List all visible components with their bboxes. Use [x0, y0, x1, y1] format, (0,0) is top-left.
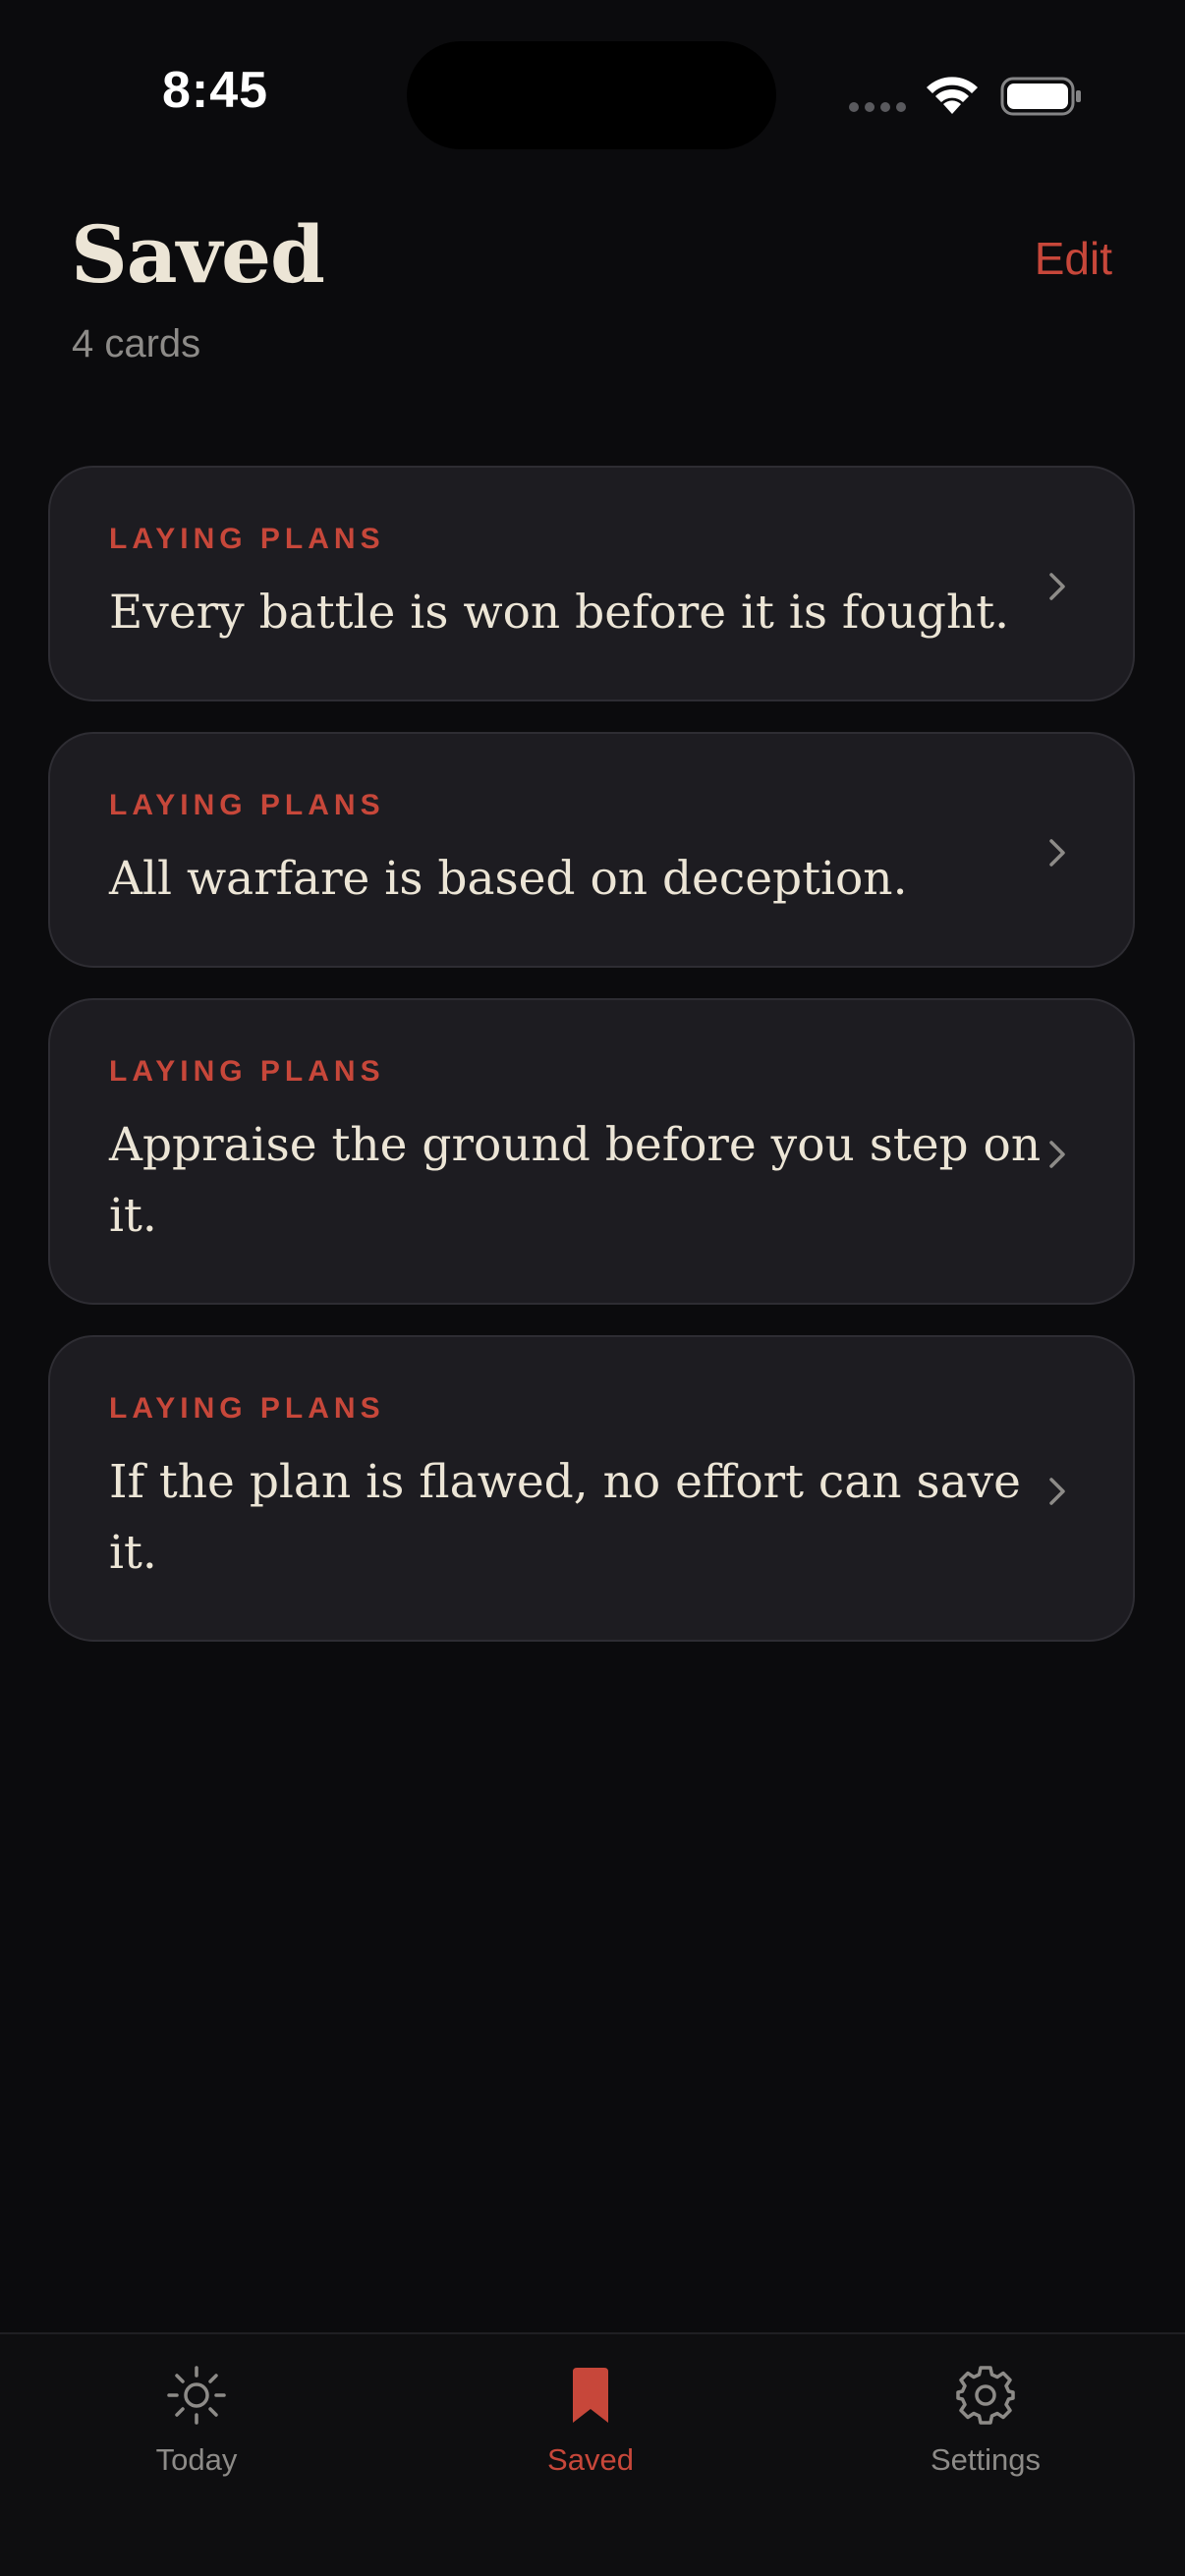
card-count: 4 cards	[72, 322, 201, 365]
bookmark-icon	[573, 2368, 608, 2423]
saved-card[interactable]: LAYING PLANS Every battle is won before …	[48, 466, 1135, 701]
cellular-signal-icon	[849, 102, 906, 112]
card-quote: Appraise the ground before you step on i…	[109, 1118, 1042, 1243]
tab-label: Saved	[547, 2442, 634, 2477]
card-category: LAYING PLANS	[109, 1055, 385, 1088]
card-category: LAYING PLANS	[109, 789, 385, 821]
saved-card[interactable]: LAYING PLANS If the plan is flawed, no e…	[48, 1335, 1135, 1642]
status-time: 8:45	[162, 62, 269, 119]
gear-icon	[956, 2366, 1015, 2425]
wifi-icon	[927, 77, 978, 114]
chevron-right-icon	[1049, 1141, 1065, 1168]
tab-settings[interactable]: Settings	[868, 2364, 1103, 2511]
battery-icon	[1000, 77, 1081, 116]
card-quote: Every battle is won before it is fought.	[109, 586, 1010, 640]
page-title: Saved	[71, 208, 325, 301]
chevron-right-icon	[1049, 573, 1065, 600]
card-category: LAYING PLANS	[109, 523, 385, 555]
saved-card[interactable]: LAYING PLANS Appraise the ground before …	[48, 998, 1135, 1305]
tab-today[interactable]: Today	[79, 2364, 314, 2511]
card-quote: All warfare is based on deception.	[109, 852, 908, 906]
saved-card[interactable]: LAYING PLANS All warfare is based on dec…	[48, 732, 1135, 968]
tab-bar: Today Saved Settings	[0, 2332, 1185, 2576]
chevron-right-icon	[1049, 839, 1065, 867]
edit-button[interactable]: Edit	[1035, 232, 1112, 285]
tab-label: Settings	[930, 2442, 1041, 2477]
card-quote: If the plan is flawed, no effort can sav…	[109, 1455, 1021, 1580]
chevron-right-icon	[1049, 1478, 1065, 1505]
tab-saved[interactable]: Saved	[473, 2364, 708, 2511]
card-category: LAYING PLANS	[109, 1392, 385, 1425]
tab-label: Today	[155, 2442, 238, 2477]
dynamic-island	[407, 41, 776, 149]
sun-icon	[167, 2366, 226, 2425]
